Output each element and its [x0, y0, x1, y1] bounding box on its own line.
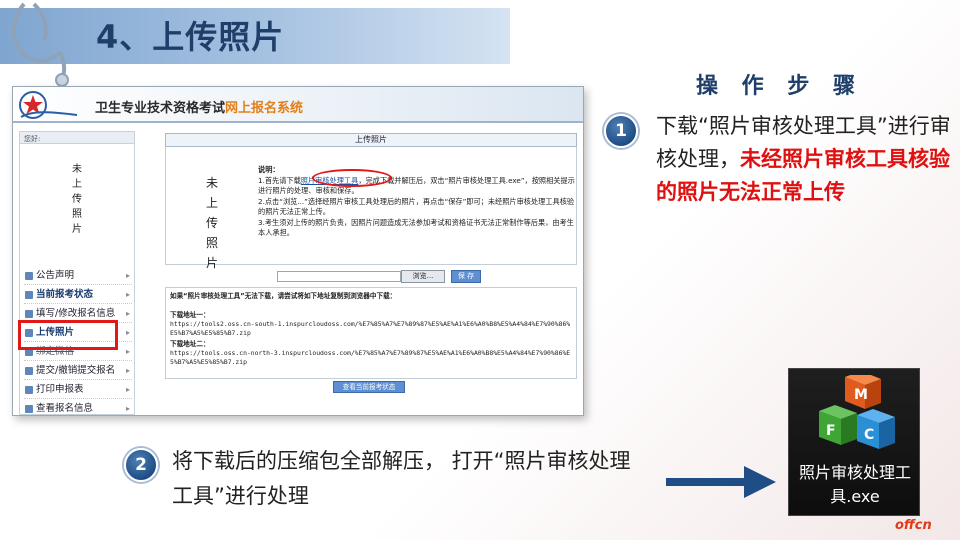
- view-status-button[interactable]: 查看当前报考状态: [333, 381, 405, 393]
- chevron-right-icon: ▸: [125, 290, 130, 299]
- instructions: 说明： 1.首先请下载照片审核处理工具，完成下载并解压后，双击“照片审核处理工具…: [258, 165, 576, 239]
- chevron-right-icon: ▸: [125, 366, 130, 375]
- chevron-right-icon: ▸: [125, 309, 130, 318]
- sidebar-item-status[interactable]: 当前报考状态 ▸: [24, 285, 132, 304]
- cube-letter-c: C: [864, 427, 874, 443]
- steps-heading: 操 作 步 骤: [696, 74, 863, 99]
- photo-placeholder: 未上传照片: [205, 176, 218, 270]
- site-header: 卫生专业技术资格考试网上报名系统: [13, 87, 583, 123]
- chevron-right-icon: ▸: [125, 347, 130, 356]
- site-title: 卫生专业技术资格考试网上报名系统: [95, 101, 304, 116]
- download-label-2: 下载地址二：: [170, 340, 210, 348]
- stethoscope-icon: [11, 2, 69, 87]
- chevron-right-icon: ▸: [125, 404, 130, 413]
- cube-letter-f: F: [826, 423, 836, 439]
- bullet-icon: [25, 291, 33, 299]
- download-note: 如果“照片审核处理工具”无法下载，请尝试将如下地址复制到浏览器中下载：: [170, 292, 397, 300]
- brand-logo-text: offcn: [895, 518, 932, 533]
- highlight-box-upload-photo: [18, 320, 118, 350]
- sidebar-item-print[interactable]: 打印申报表 ▸: [24, 380, 132, 399]
- tab-upload-photo[interactable]: 上传照片: [165, 133, 577, 147]
- step-2-text: 将下载后的压缩包全部解压， 打开“照片审核处理工具”进行处理: [172, 449, 631, 508]
- step-1-text: 下载“照片审核处理工具”进行审核处理，未经照片审核工具核验的照片无法正常上传: [656, 114, 951, 204]
- registration-system-screenshot: 卫生专业技术资格考试网上报名系统 您好: 未上传照片 公告声明 ▸ 当前报考状态 ▸…: [12, 86, 584, 416]
- exe-file-label: 照片审核处理工具.exe: [798, 463, 911, 506]
- instructions-label: 说明：: [258, 165, 280, 174]
- instruction-line-1: 1.首先请下载照片审核处理工具，完成下载并解压后，双击“照片审核处理工具.exe…: [258, 175, 575, 196]
- instruction-line-2: 2.点击“浏览...”选择经照片审核工具处理后的照片，再点击“保存”即可；未经照…: [258, 196, 575, 217]
- browse-button[interactable]: 浏览...: [401, 270, 445, 283]
- sidebar-item-announcement[interactable]: 公告声明 ▸: [24, 266, 132, 285]
- file-path-input[interactable]: [277, 271, 401, 282]
- upload-info-box: 未上传照片 说明： 1.首先请下载照片审核处理工具，完成下载并解压后，双击“照片…: [165, 147, 577, 270]
- page-title: 4、上传照片: [96, 18, 285, 56]
- bullet-icon: [25, 405, 33, 413]
- exe-file-icon-tile[interactable]: M F C 照片审核处理工具.exe: [788, 368, 920, 516]
- chevron-right-icon: ▸: [125, 271, 130, 280]
- highlight-oval: [312, 169, 392, 187]
- bullet-icon: [25, 367, 33, 375]
- main-panel: 上传照片 未上传照片 说明： 1.首先请下载照片审核处理工具，完成下载并解压后，…: [165, 133, 579, 411]
- download-url-1[interactable]: https://tools2.oss.cn-south-1.inspurclou…: [170, 320, 572, 338]
- sidebar: 您好: 未上传照片 公告声明 ▸ 当前报考状态 ▸ 填写/修改报名信息 ▸ 上传照片 ▸…: [19, 131, 135, 415]
- arrow-right-icon: [666, 466, 776, 498]
- sidebar-item-view-info[interactable]: 查看报名信息 ▸: [24, 399, 132, 415]
- chevron-right-icon: ▸: [125, 385, 130, 394]
- chevron-right-icon: ▸: [125, 328, 130, 337]
- instruction-line-3: 3.考生须对上传的照片负责，因照片问题造成无法参加考试和资格证书无法正常制作等后…: [258, 217, 574, 238]
- download-info: 如果“照片审核处理工具”无法下载，请尝试将如下地址复制到浏览器中下载： 下载地址…: [165, 287, 577, 379]
- cube-letter-m: M: [854, 387, 868, 403]
- sidebar-item-submit[interactable]: 提交/撤销提交报名 ▸: [24, 361, 132, 380]
- sidebar-photo-placeholder: 未上传照片: [72, 164, 82, 235]
- bullet-icon: [25, 386, 33, 394]
- download-label-1: 下载地址一：: [170, 311, 210, 319]
- download-url-2[interactable]: https://tools.oss.cn-north-3.inspurcloud…: [170, 349, 572, 367]
- mfc-cube-icon: M F C: [819, 375, 895, 449]
- step-1-badge: 1: [604, 114, 638, 148]
- bullet-icon: [25, 310, 33, 318]
- site-logo-icon: [19, 91, 78, 119]
- save-button[interactable]: 保 存: [451, 270, 481, 283]
- user-greeting: 您好:: [20, 132, 134, 144]
- upload-controls: 浏览... 保 存: [165, 265, 579, 287]
- step-2-badge: 2: [124, 448, 158, 482]
- bullet-icon: [25, 272, 33, 280]
